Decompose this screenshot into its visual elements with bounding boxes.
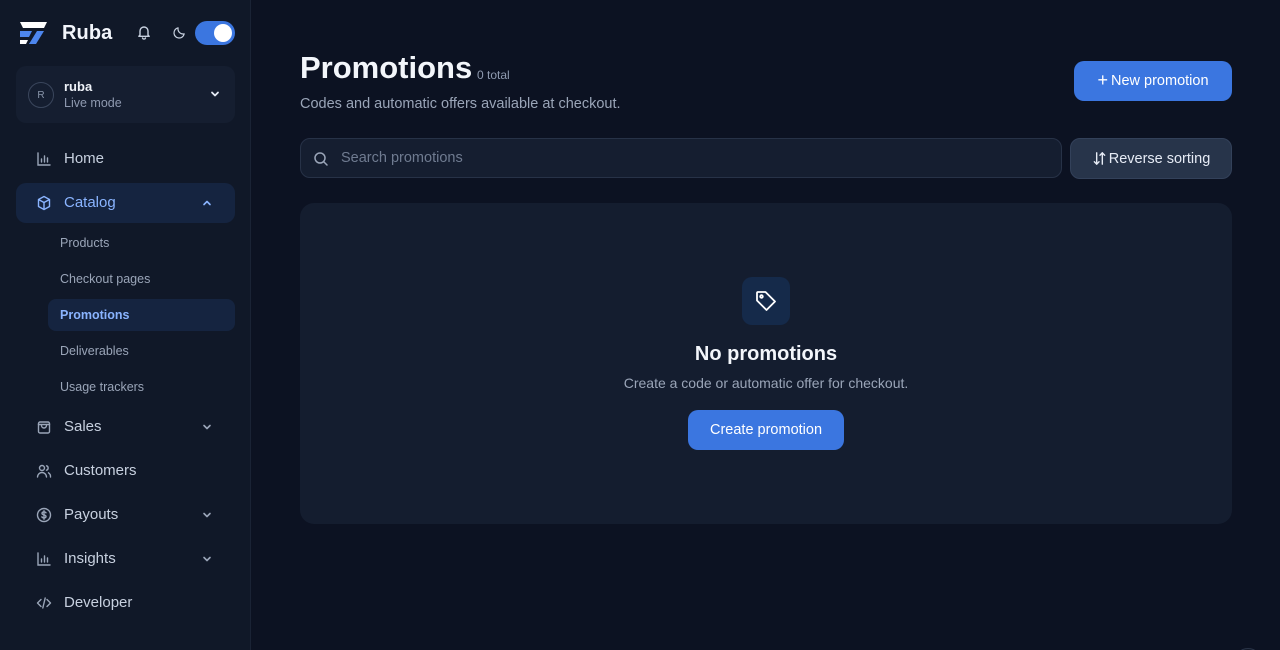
nav-item-catalog[interactable]: Catalog <box>16 183 235 223</box>
brand-name: Ruba <box>62 21 113 44</box>
sub-item-promotions[interactable]: Promotions <box>48 299 235 331</box>
sidebar: Ruba R ruba Live mode Home Catalog Produ… <box>0 0 251 650</box>
sub-item-checkout-pages[interactable]: Checkout pages <box>48 263 235 295</box>
new-promotion-label: New promotion <box>1111 73 1209 89</box>
nav-item-sales[interactable]: Sales <box>16 407 235 447</box>
sub-item-deliverables[interactable]: Deliverables <box>48 335 235 367</box>
bell-icon[interactable] <box>136 24 152 40</box>
sub-item-label: Promotions <box>60 308 130 322</box>
nav-item-payouts[interactable]: Payouts <box>16 495 235 535</box>
chevron-up-icon <box>203 200 211 206</box>
create-promotion-button[interactable]: Create promotion <box>688 410 844 450</box>
brand-row: Ruba <box>20 20 235 46</box>
empty-state-card: No promotions Create a code or automatic… <box>300 203 1232 524</box>
empty-state-icon-box <box>742 277 790 325</box>
nav-label: Home <box>64 150 105 167</box>
sort-label: Reverse sorting <box>1108 150 1211 167</box>
nav-label: Sales <box>64 418 102 435</box>
toggle-knob <box>214 24 232 42</box>
sub-item-label: Usage trackers <box>60 380 145 394</box>
chevron-down-icon <box>203 556 211 562</box>
new-promotion-button[interactable]: + New promotion <box>1074 61 1232 101</box>
dollar-circle-icon <box>36 507 52 523</box>
empty-state-text: Create a code or automatic offer for che… <box>623 375 909 391</box>
sub-item-usage-trackers[interactable]: Usage trackers <box>48 371 235 403</box>
search-box <box>300 138 1062 178</box>
avatar: R <box>28 82 54 108</box>
chevron-down-icon <box>211 91 219 97</box>
theme-toggle[interactable] <box>195 21 235 45</box>
bar-chart-icon <box>37 152 51 166</box>
total-count: 0 total <box>477 68 510 82</box>
moon-icon[interactable] <box>172 25 187 40</box>
code-icon <box>36 597 52 609</box>
tag-icon <box>756 291 776 311</box>
box-icon <box>37 195 51 211</box>
nav-label: Insights <box>64 550 116 567</box>
shopping-bag-icon <box>37 421 51 434</box>
search-input[interactable] <box>341 139 1041 177</box>
nav-item-customers[interactable]: Customers <box>16 451 235 491</box>
nav-item-home[interactable]: Home <box>16 139 235 179</box>
nav-item-developer[interactable]: Developer <box>16 583 235 623</box>
account-switcher[interactable]: R ruba Live mode <box>16 66 235 123</box>
page-subtitle: Codes and automatic offers available at … <box>300 96 621 112</box>
sub-item-label: Checkout pages <box>60 272 151 286</box>
chevron-down-icon <box>203 424 211 430</box>
search-icon <box>314 152 328 166</box>
nav-label: Developer <box>64 594 133 611</box>
page-title: Promotions <box>300 50 473 85</box>
sort-arrows-icon <box>1093 152 1106 165</box>
sub-item-label: Products <box>60 236 110 250</box>
plus-icon: + <box>1097 70 1108 90</box>
empty-state-title: No promotions <box>694 343 838 365</box>
users-icon <box>36 464 52 478</box>
sub-item-label: Deliverables <box>60 344 129 358</box>
nav-label: Customers <box>64 462 137 479</box>
account-mode: Live mode <box>64 96 122 110</box>
main-content: Promotions 0 total Codes and automatic o… <box>251 0 1280 650</box>
account-name: ruba <box>64 79 93 94</box>
sub-item-products[interactable]: Products <box>48 227 235 259</box>
chevron-down-icon <box>203 512 211 518</box>
logo-icon <box>20 22 47 44</box>
nav-label: Payouts <box>64 506 119 523</box>
bar-chart-icon <box>37 552 51 566</box>
reverse-sorting-button[interactable]: Reverse sorting <box>1070 138 1232 179</box>
nav-item-insights[interactable]: Insights <box>16 539 235 579</box>
nav-label: Catalog <box>64 194 116 211</box>
